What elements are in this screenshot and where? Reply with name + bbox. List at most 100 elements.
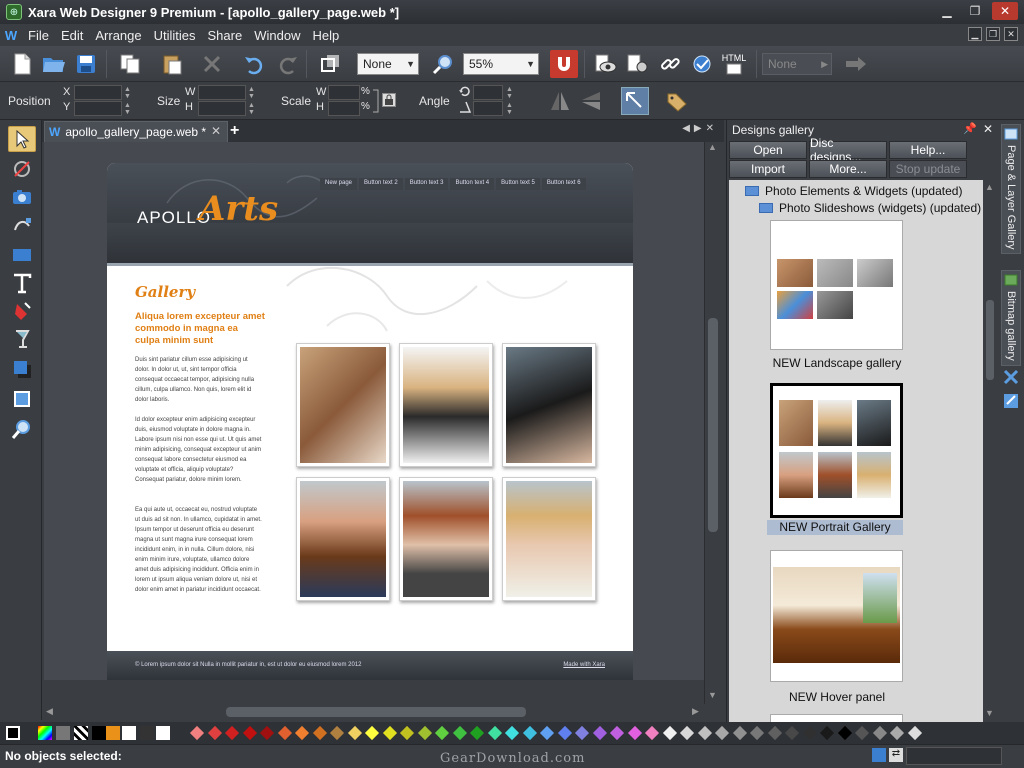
doc-minimize-button[interactable]: ▁ — [968, 27, 982, 41]
folder-photo-elements[interactable]: Photo Elements & Widgets (updated) — [745, 184, 962, 198]
zoom-select[interactable]: 55% ▼ — [463, 53, 539, 75]
designs-tool-icon[interactable] — [1002, 392, 1020, 410]
palette-color-swatch[interactable] — [224, 725, 240, 741]
x-input[interactable] — [74, 85, 122, 100]
nav-item[interactable]: Button text 6 — [541, 178, 586, 190]
html-export-icon[interactable]: HTML — [720, 50, 748, 78]
height-spinner[interactable]: ▲ ▼ — [248, 102, 255, 116]
orange-swatch[interactable] — [106, 726, 120, 740]
palette-color-swatch[interactable] — [539, 725, 555, 741]
scroll-up-icon[interactable]: ▲ — [708, 142, 717, 152]
palette-color-swatch[interactable] — [434, 725, 450, 741]
app-menu-icon[interactable]: W — [0, 28, 22, 43]
palette-color-swatch[interactable] — [557, 725, 572, 741]
palette-color-swatch[interactable] — [854, 725, 870, 741]
gallery-scroll-thumb[interactable] — [986, 300, 994, 380]
photo-thumbnail[interactable] — [296, 477, 390, 601]
preview-eye-icon[interactable] — [592, 50, 620, 78]
palette-color-swatch[interactable] — [399, 725, 415, 741]
rectangle-tool-icon[interactable] — [8, 242, 36, 268]
palette-color-swatch[interactable] — [469, 725, 485, 741]
palette-color-swatch[interactable] — [749, 725, 765, 741]
palette-color-swatch[interactable] — [504, 725, 520, 741]
palette-color-swatch[interactable] — [522, 725, 537, 741]
gallery-item-label-selected[interactable]: NEW Portrait Gallery — [767, 520, 903, 535]
help-button[interactable]: Help... — [889, 141, 967, 159]
photo-tool-icon[interactable] — [8, 184, 36, 210]
palette-color-swatch[interactable] — [189, 725, 205, 741]
selector-tool-icon[interactable] — [8, 126, 36, 152]
text-tool-icon[interactable] — [8, 270, 36, 296]
footer-link[interactable]: Made with Xara — [563, 662, 605, 668]
width-input[interactable] — [198, 85, 246, 100]
palette-color-swatch[interactable] — [889, 725, 905, 741]
palette-color-swatch[interactable] — [487, 725, 502, 741]
photo-thumbnail[interactable] — [399, 477, 493, 601]
palette-color-swatch[interactable] — [592, 725, 607, 741]
document-canvas[interactable]: New page Button text 2 Button text 3 But… — [44, 142, 704, 680]
y-input[interactable] — [74, 101, 122, 116]
white-swatch[interactable] — [122, 726, 136, 740]
vertical-scroll-thumb[interactable] — [708, 318, 718, 532]
new-document-icon[interactable] — [8, 50, 36, 78]
black-swatch[interactable] — [92, 726, 106, 740]
preview-page-icon[interactable] — [624, 50, 652, 78]
minimize-button[interactable]: ▁ — [936, 2, 958, 20]
palette-color-swatch[interactable] — [277, 725, 292, 741]
y-spinner[interactable]: ▲ ▼ — [124, 102, 131, 116]
angle-input[interactable] — [473, 85, 503, 100]
palette-color-swatch[interactable] — [417, 725, 432, 741]
contour-tool-icon[interactable] — [8, 156, 36, 182]
gallery-item-label[interactable]: NEW Hover panel — [729, 690, 945, 704]
scale-w-input[interactable] — [328, 85, 360, 100]
palette-color-swatch[interactable] — [259, 725, 275, 741]
copy-icon[interactable] — [116, 50, 144, 78]
palette-color-swatch[interactable] — [872, 725, 887, 741]
close-panel-icon[interactable]: ✕ — [983, 122, 993, 136]
undo-icon[interactable] — [240, 50, 268, 78]
palette-color-swatch[interactable] — [574, 725, 590, 741]
doc-restore-button[interactable]: ❐ — [986, 27, 1000, 41]
x-spinner[interactable]: ▲ ▼ — [124, 86, 131, 100]
scroll-down-icon[interactable]: ▼ — [708, 690, 717, 700]
nav-item[interactable]: Button text 4 — [450, 178, 495, 190]
palette-color-swatch[interactable] — [662, 725, 677, 741]
palette-color-swatch[interactable] — [312, 725, 327, 741]
palette-color-swatch[interactable] — [819, 725, 835, 741]
menu-share[interactable]: Share — [202, 28, 249, 43]
open-button[interactable]: Open — [729, 141, 807, 159]
zoom-icon[interactable] — [430, 50, 458, 78]
color-picker-swatch[interactable] — [38, 726, 52, 740]
delete-icon[interactable] — [198, 50, 226, 78]
close-tab-icon[interactable]: ✕ — [211, 124, 221, 138]
scroll-down-icon[interactable]: ▼ — [985, 708, 994, 718]
skew-input[interactable] — [473, 101, 503, 116]
nav-item[interactable]: Button text 3 — [404, 178, 449, 190]
palette-color-swatch[interactable] — [714, 725, 730, 741]
shadow-tool-icon[interactable] — [8, 356, 36, 382]
dark-swatch[interactable] — [140, 726, 154, 740]
nav-item[interactable]: Button text 5 — [496, 178, 540, 190]
gallery-tool-icon[interactable] — [1002, 368, 1020, 386]
palette-color-swatch[interactable] — [207, 725, 222, 741]
paste-icon[interactable] — [158, 50, 186, 78]
nav-item[interactable]: New page — [320, 178, 358, 190]
fill-tool-icon[interactable] — [8, 298, 36, 324]
palette-color-swatch[interactable] — [784, 725, 800, 741]
photo-thumbnail[interactable] — [502, 477, 596, 601]
height-input[interactable] — [198, 101, 246, 116]
photo-thumbnail[interactable] — [502, 343, 596, 467]
open-folder-icon[interactable] — [40, 50, 68, 78]
gallery-item-hover-panel[interactable] — [770, 550, 903, 682]
tab-bitmap-gallery[interactable]: Bitmap gallery — [1001, 270, 1021, 366]
scroll-up-icon[interactable]: ▲ — [985, 182, 994, 192]
import-button[interactable]: Import — [729, 160, 807, 178]
angle-spinner[interactable]: ▲ ▼ — [506, 86, 513, 100]
feather-select[interactable]: None ▼ — [357, 53, 419, 75]
white-swatch[interactable] — [156, 726, 170, 740]
publish-globe-icon[interactable] — [688, 50, 716, 78]
new-tab-icon[interactable]: + — [230, 122, 239, 140]
nav-item[interactable]: Button text 2 — [359, 178, 403, 190]
no-color-swatch[interactable] — [6, 726, 20, 740]
photo-thumbnail[interactable] — [296, 343, 390, 467]
